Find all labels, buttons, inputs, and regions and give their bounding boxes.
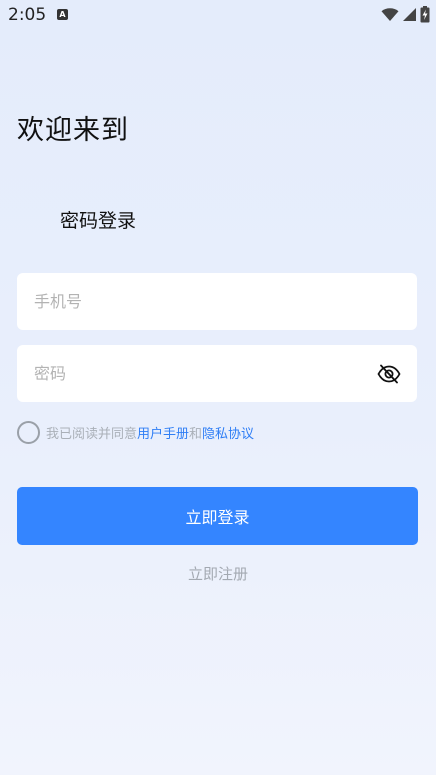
agreement-row: 我已阅读并同意 用户手册 和 隐私协议: [17, 420, 254, 444]
status-bar: 2:05 A: [0, 0, 436, 30]
signal-icon: [403, 8, 416, 21]
agreement-checkbox[interactable]: [17, 420, 40, 444]
eye-hidden-icon[interactable]: [377, 362, 401, 386]
phone-input[interactable]: [34, 273, 364, 330]
password-input[interactable]: [34, 345, 364, 402]
status-time: 2:05: [8, 5, 47, 25]
wifi-icon: [381, 8, 399, 21]
agreement-prefix: 我已阅读并同意: [46, 426, 138, 442]
login-mode-title: 密码登录: [60, 210, 137, 232]
battery-charging-icon: [420, 6, 430, 23]
agreement-joiner: 和: [189, 426, 203, 442]
user-manual-link[interactable]: 用户手册: [137, 423, 189, 442]
password-field-container: [17, 345, 417, 402]
register-link[interactable]: 立即注册: [0, 563, 436, 584]
phone-field-container: [17, 273, 417, 330]
privacy-policy-link[interactable]: 隐私协议: [202, 423, 254, 442]
welcome-title: 欢迎来到: [17, 115, 129, 146]
status-icons: [381, 6, 430, 23]
login-button[interactable]: 立即登录: [17, 487, 418, 545]
notification-icon: A: [57, 9, 68, 20]
